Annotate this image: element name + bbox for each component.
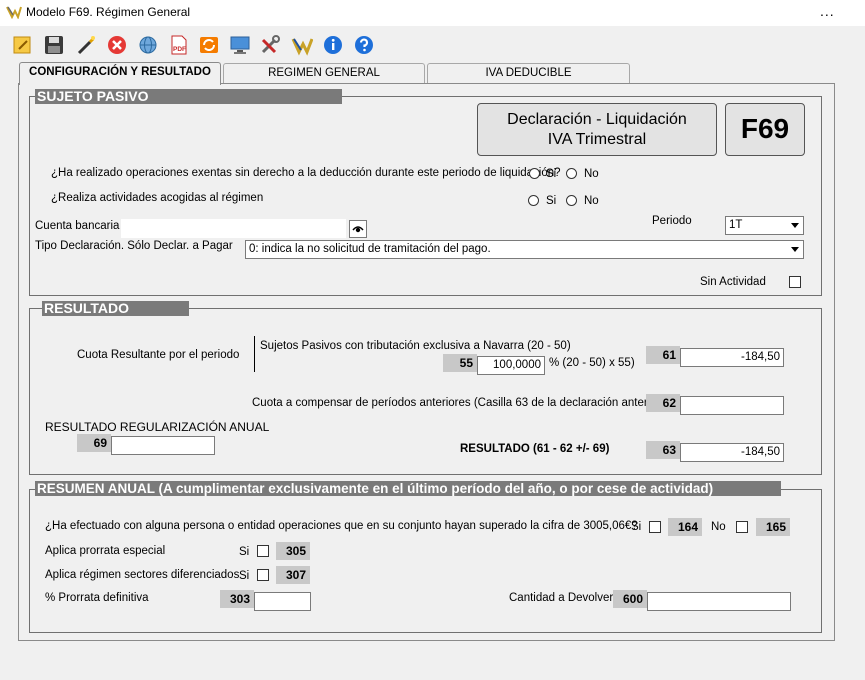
- box-305: 305: [276, 542, 310, 560]
- chevron-down-icon: [787, 241, 803, 258]
- q-exentas-si-label: Si: [546, 168, 557, 180]
- tab-panel: SUJETO PASIVO Declaración - Liquidación …: [18, 83, 835, 641]
- prorrata-especial-label: Aplica prorrata especial: [45, 545, 166, 557]
- tools-icon[interactable]: [258, 33, 282, 57]
- operaciones-question-label: ¿Ha efectuado con alguna persona o entid…: [45, 520, 638, 532]
- globe-icon[interactable]: [136, 33, 160, 57]
- q-exentas-label: ¿Ha realizado operaciones exentas sin de…: [51, 167, 561, 179]
- periodo-value: 1T: [729, 219, 743, 231]
- box-62: 62: [646, 394, 680, 412]
- resumen-anual-title: RESUMEN ANUAL (A cumplimentar exclusivam…: [35, 481, 781, 496]
- pdf-icon-label: PDF: [173, 46, 186, 53]
- compensar-label: Cuota a compensar de períodos anteriores…: [252, 397, 665, 409]
- regularizacion-label: RESULTADO REGULARIZACIÓN ANUAL: [45, 420, 270, 434]
- prorrata-especial-checkbox[interactable]: [257, 545, 269, 557]
- q-regimen-si-label: Si: [546, 195, 557, 207]
- tipo-declaracion-value: 0: indica la no solicitud de tramitación…: [249, 243, 491, 255]
- q-exentas-no-radio[interactable]: [566, 168, 577, 179]
- declaracion-line1: Declaración - Liquidación: [507, 111, 687, 128]
- box-165: 165: [756, 518, 790, 536]
- help-icon[interactable]: [352, 33, 376, 57]
- box-307: 307: [276, 566, 310, 584]
- box-600: 600: [613, 590, 647, 608]
- periodo-select[interactable]: 1T: [725, 216, 804, 235]
- cantidad-devolver-label: Cantidad a Devolver: [509, 592, 614, 604]
- box-164: 164: [668, 518, 702, 536]
- chevron-down-icon: [787, 217, 803, 234]
- devolver-600-input[interactable]: [647, 592, 791, 611]
- box-303: 303: [220, 590, 254, 608]
- declaracion-line2: IVA Trimestral: [547, 131, 647, 148]
- q-exentas-si-radio[interactable]: [529, 168, 540, 179]
- result-61-input[interactable]: -184,50: [680, 348, 784, 367]
- prorrata-definitiva-label: % Prorrata definitiva: [45, 592, 149, 604]
- window-title: Modelo F69. Régimen General: [26, 5, 191, 19]
- refresh-icon[interactable]: [197, 33, 221, 57]
- logo-icon[interactable]: [290, 33, 314, 57]
- operaciones-no-label: No: [711, 521, 726, 533]
- q-regimen-no-label: No: [584, 195, 599, 207]
- pdf-icon[interactable]: PDF: [167, 33, 191, 57]
- navarra-label: Sujetos Pasivos con tributación exclusiv…: [260, 340, 571, 352]
- box-55: 55: [443, 354, 477, 372]
- sectores-checkbox[interactable]: [257, 569, 269, 581]
- cuenta-bancaria-label: Cuenta bancaria: [35, 220, 120, 232]
- operaciones-no-checkbox[interactable]: [736, 521, 748, 533]
- cuenta-bancaria-input[interactable]: [121, 219, 346, 238]
- tipo-declaracion-label: Tipo Declaración. Sólo Declar. a Pagar: [35, 240, 233, 252]
- sin-actividad-label: Sin Actividad: [700, 276, 766, 288]
- compensar-62-input[interactable]: [680, 396, 784, 415]
- operaciones-si-checkbox[interactable]: [649, 521, 661, 533]
- resultado-title: RESULTADO: [42, 301, 189, 316]
- sectores-diferenciados-label: Aplica régimen sectores diferenciados: [45, 569, 240, 581]
- eye-icon[interactable]: [349, 220, 367, 238]
- tipo-declaracion-select[interactable]: 0: indica la no solicitud de tramitación…: [245, 240, 804, 259]
- new-icon[interactable]: [10, 33, 34, 57]
- window-menu-button[interactable]: ...: [820, 3, 835, 19]
- box-63: 63: [646, 441, 680, 459]
- app-logo-icon: [6, 6, 22, 19]
- tab-iva-deducible[interactable]: IVA DEDUCIBLE: [427, 63, 630, 84]
- cuota-resultante-label: Cuota Resultante por el periodo: [77, 349, 240, 361]
- q-exentas-no-label: No: [584, 168, 599, 180]
- resultado-final-label: RESULTADO (61 - 62 +/- 69): [460, 443, 610, 455]
- save-icon[interactable]: [42, 33, 66, 57]
- cuota-divider: [254, 336, 255, 372]
- tab-configuracion[interactable]: CONFIGURACIÓN Y RESULTADO: [19, 62, 221, 85]
- resumen-anual-group: [29, 489, 822, 633]
- q-regimen-si-radio[interactable]: [528, 195, 539, 206]
- tab-regimen-general[interactable]: REGIMEN GENERAL: [223, 63, 425, 84]
- info-icon[interactable]: [321, 33, 345, 57]
- periodo-label: Periodo: [652, 215, 692, 227]
- box-69: 69: [77, 434, 111, 452]
- resultado-63-input[interactable]: -184,50: [680, 443, 784, 462]
- pct-55-input[interactable]: 100,0000: [477, 356, 545, 375]
- q-regimen-no-radio[interactable]: [566, 195, 577, 206]
- wand-icon[interactable]: [74, 33, 98, 57]
- monitor-icon[interactable]: [228, 33, 252, 57]
- pct-formula-label: % (20 - 50) x 55): [549, 357, 635, 369]
- sujeto-pasivo-title: SUJETO PASIVO: [35, 89, 342, 104]
- sin-actividad-checkbox[interactable]: [789, 276, 801, 288]
- declaracion-header: Declaración - Liquidación IVA Trimestral: [477, 103, 717, 156]
- q-regimen-label: ¿Realiza actividades acogidas al régimen: [51, 192, 264, 204]
- title-bar: Modelo F69. Régimen General ...: [0, 0, 865, 26]
- prorrata-especial-si-label: Si: [239, 546, 250, 558]
- operaciones-si-label: Si: [631, 521, 642, 533]
- delete-icon[interactable]: [105, 33, 129, 57]
- sectores-si-label: Si: [239, 570, 250, 582]
- regularizacion-69-input[interactable]: [111, 436, 215, 455]
- prorrata-303-input[interactable]: [254, 592, 311, 611]
- model-badge: F69: [725, 103, 805, 156]
- box-61: 61: [646, 346, 680, 364]
